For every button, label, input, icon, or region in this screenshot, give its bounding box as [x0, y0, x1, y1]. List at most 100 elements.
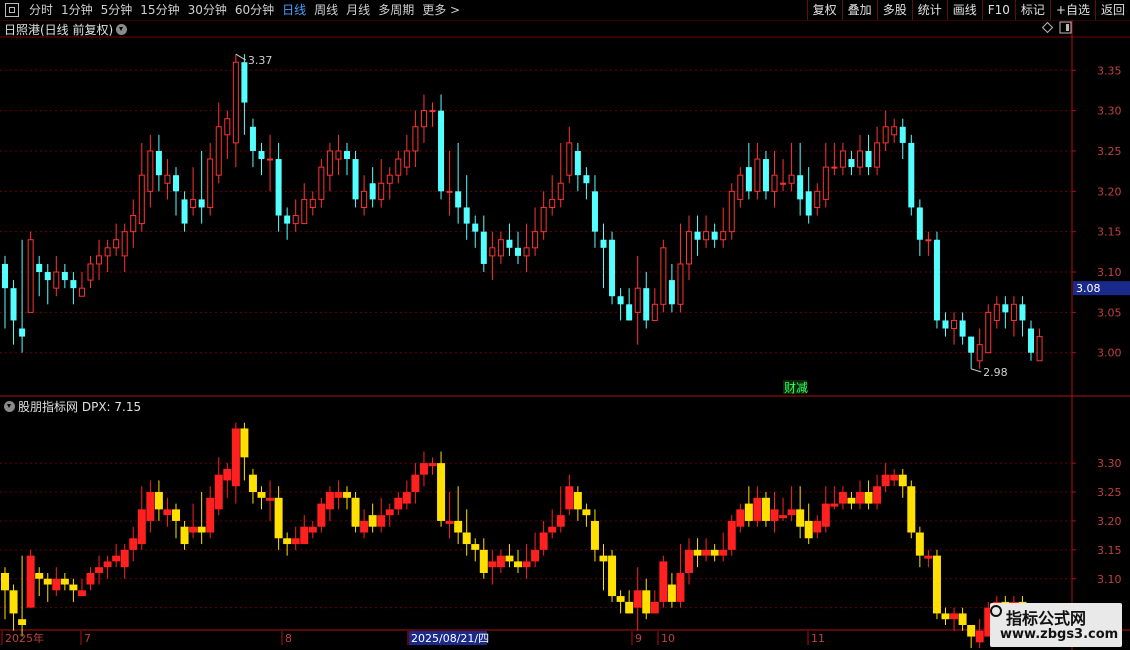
candle-body-down [959, 320, 966, 337]
indicator-body [616, 596, 625, 602]
candle-body-up [121, 231, 128, 257]
candle-body-up [976, 344, 983, 362]
indicator-body [419, 463, 428, 475]
panel-toggle-icon [1059, 21, 1072, 34]
indicator-body [214, 474, 223, 510]
candle-body-up [925, 239, 932, 242]
candle-body-up [754, 158, 761, 192]
candle-body-up [822, 166, 829, 200]
indicator-axis-label: 3.20 [1097, 515, 1122, 528]
candle-body-up [224, 118, 231, 136]
candle-body-up [309, 198, 316, 208]
main-axis-label: 3.10 [1097, 266, 1122, 279]
indicator-body [385, 509, 394, 516]
low-pointer [971, 368, 982, 373]
candle-body-down [36, 263, 43, 273]
indicator-axis-label: 3.25 [1097, 486, 1122, 499]
indicator-body [864, 492, 873, 504]
candle-body-down [942, 320, 949, 329]
main-axis-label: 3.05 [1097, 306, 1122, 319]
candle-body-down [241, 62, 248, 103]
candle-body-up [771, 174, 778, 192]
candle-body-up [403, 150, 410, 168]
candle-body-up [1010, 303, 1017, 321]
diamond-icon [1041, 21, 1054, 34]
candle-body-up [420, 110, 427, 128]
current-price-value: 3.08 [1076, 282, 1101, 295]
candle-body-down [249, 126, 256, 151]
candle-body-down [711, 231, 718, 240]
candle-body-down [668, 280, 675, 305]
indicator-body [907, 486, 916, 533]
indicator-body [377, 515, 386, 527]
indicator-body [514, 561, 522, 568]
candle-body-up [113, 239, 120, 249]
indicator-body [462, 532, 471, 545]
indicator-body [291, 538, 300, 545]
indicator-body [394, 497, 403, 510]
indicator-body [573, 492, 582, 510]
kline-chart[interactable]: 3.35 3.30 3.25 3.20 3.15 3.10 3.05 3.00 3.30 3.25… [0, 0, 1130, 650]
candle-body-up [53, 271, 60, 289]
candle-body-down [2, 263, 8, 289]
candle-body-up [780, 182, 787, 185]
candle-body-up [96, 255, 103, 265]
candle-body-up [1036, 336, 1043, 362]
indicator-body [599, 555, 608, 562]
candle-body-down [515, 247, 521, 256]
indicator-body [112, 555, 121, 562]
candle-body-down [369, 183, 376, 200]
indicator-body [9, 590, 18, 614]
indicator-dropdown-icon[interactable] [4, 401, 15, 412]
candle-body-down [745, 167, 752, 192]
indicator-body [505, 555, 514, 562]
candle-body-up [874, 142, 881, 168]
candle-body-up [737, 174, 744, 200]
indicator-body [582, 509, 591, 516]
candle-body-up [446, 190, 453, 193]
panel-toggle-fill [1066, 24, 1069, 31]
event-annotation: 财减 [784, 381, 808, 395]
indicator-body [411, 474, 420, 493]
indicator-body [830, 503, 839, 507]
candle-body-up [660, 247, 667, 305]
indicator-body [548, 526, 557, 533]
indicator-body [308, 526, 317, 533]
candle-body-down [968, 336, 975, 353]
indicator-body [950, 613, 959, 620]
candle-body-up [993, 303, 1000, 321]
indicator-body [445, 520, 454, 524]
indicator-body [1, 572, 9, 591]
indicator-body [804, 520, 813, 539]
indicator-body [35, 572, 44, 579]
candle-body-up [395, 158, 402, 176]
date-label: 7 [84, 632, 91, 645]
candle-body-down [181, 199, 188, 224]
indicator-body [197, 526, 206, 533]
indicator-body [471, 544, 480, 550]
candle-body-up [814, 190, 821, 208]
indicator-body [206, 497, 215, 533]
indicator-body [967, 625, 976, 637]
candle-body-up [720, 231, 727, 241]
candle-body-down [574, 150, 581, 176]
indicator-body [437, 463, 446, 521]
main-axis-label: 3.00 [1097, 347, 1122, 360]
date-label: 10 [661, 632, 675, 645]
indicator-body [685, 549, 693, 573]
candle-body-up [267, 158, 274, 161]
indicator-body [787, 509, 796, 516]
indicator-body [693, 549, 702, 556]
candle-body-down [805, 191, 812, 216]
candle-body-down [899, 126, 906, 143]
date-label: 9 [635, 632, 642, 645]
indicator-body [231, 428, 240, 487]
candle-body-up [301, 198, 308, 225]
candle-body-up [857, 150, 863, 168]
low-price-label: 2.98 [983, 366, 1008, 379]
candle-body-up [215, 126, 222, 176]
indicator-body [702, 549, 711, 556]
candle-body-up [891, 126, 898, 136]
indicator-body [325, 492, 334, 510]
candle-body-down [44, 272, 51, 281]
